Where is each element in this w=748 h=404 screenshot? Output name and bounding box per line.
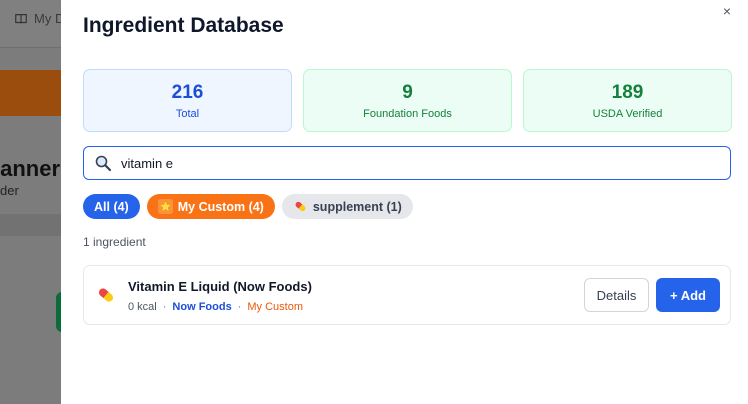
- stat-foundation-value: 9: [402, 81, 413, 103]
- book-icon: [15, 13, 27, 23]
- meta-separator: ·: [162, 301, 167, 313]
- result-count: 1 ingredient: [83, 235, 146, 249]
- stat-usda-verified: 189 USDA Verified: [523, 69, 732, 132]
- filter-supplement[interactable]: supplement (1): [281, 194, 413, 219]
- search-value: vitamin e: [121, 155, 174, 171]
- filter-chips: All (4) My Custom (4) supplement (1): [83, 194, 413, 219]
- background-page-title: lanner: [0, 156, 61, 181]
- stat-total-value: 216: [171, 81, 204, 103]
- stats-row: 216 Total 9 Foundation Foods 189 USDA Ve…: [83, 69, 732, 132]
- stat-total: 216 Total: [83, 69, 292, 132]
- background-nav-label: My D: [34, 11, 65, 26]
- pill-icon: [98, 288, 114, 302]
- stat-usda-label: USDA Verified: [592, 107, 663, 120]
- stat-foundation-label: Foundation Foods: [363, 107, 452, 120]
- meta-separator: ·: [237, 301, 242, 313]
- stat-foundation-foods: 9 Foundation Foods: [303, 69, 512, 132]
- filter-my-custom[interactable]: My Custom (4): [146, 194, 275, 219]
- filter-all-label: All (4): [94, 199, 129, 214]
- ingredient-database-modal: × Ingredient Database 216 Total 9 Founda…: [61, 0, 748, 404]
- filter-all[interactable]: All (4): [83, 194, 140, 219]
- ingredient-meta: 0 kcal · Now Foods · My Custom: [128, 301, 303, 313]
- stat-total-label: Total: [175, 107, 200, 120]
- background-page-subtitle: der: [0, 183, 19, 198]
- add-button[interactable]: + Add: [656, 278, 720, 312]
- search-input[interactable]: vitamin e: [83, 146, 731, 180]
- filter-my-custom-label: My Custom (4): [177, 199, 264, 214]
- search-icon: [95, 155, 112, 172]
- ingredient-tag: My Custom: [247, 301, 303, 313]
- pill-icon: [295, 201, 306, 212]
- background-nav-item: My D: [14, 11, 64, 26]
- ingredient-kcal: 0 kcal: [128, 301, 157, 313]
- star-icon: [157, 199, 173, 214]
- stat-usda-value: 189: [611, 81, 644, 103]
- details-button[interactable]: Details: [584, 278, 649, 312]
- filter-supplement-label: supplement (1): [312, 199, 402, 214]
- ingredient-card[interactable]: Vitamin E Liquid (Now Foods) 0 kcal · No…: [83, 265, 731, 325]
- close-icon[interactable]: ×: [720, 4, 734, 18]
- modal-title: Ingredient Database: [83, 14, 284, 37]
- ingredient-name: Vitamin E Liquid (Now Foods): [128, 279, 312, 294]
- ingredient-brand: Now Foods: [172, 301, 232, 313]
